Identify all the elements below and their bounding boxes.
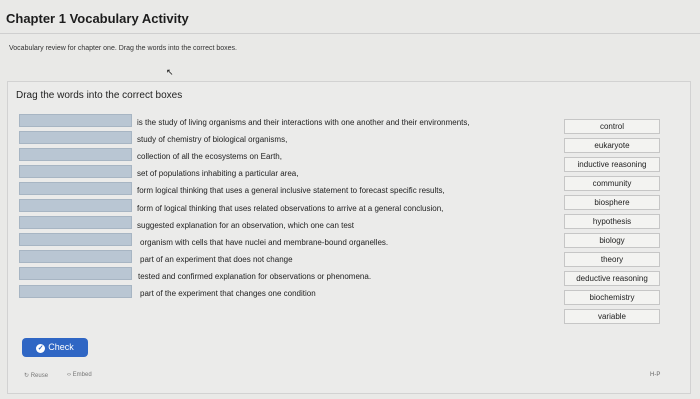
check-circle-icon: ✓ bbox=[36, 344, 46, 353]
reuse-label: Reuse bbox=[30, 373, 49, 379]
drop-zone-9[interactable] bbox=[19, 250, 132, 263]
definition-text: is the study of living organisms and the… bbox=[137, 118, 470, 127]
check-button[interactable]: ✓ Check bbox=[22, 338, 88, 357]
word-tile-deductive-reasoning[interactable]: deductive reasoning bbox=[564, 271, 660, 286]
drop-zone-5[interactable] bbox=[19, 182, 132, 195]
drop-zone-10[interactable] bbox=[19, 267, 132, 280]
activity-description: Vocabulary review for chapter one. Drag … bbox=[9, 45, 238, 52]
definition-text: study of chemistry of biological organis… bbox=[137, 135, 288, 144]
word-tile-eukaryote[interactable]: eukaryote bbox=[564, 138, 660, 153]
title-divider bbox=[0, 33, 700, 34]
drop-zone-7[interactable] bbox=[19, 216, 132, 229]
word-tile-biology[interactable]: biology bbox=[564, 233, 660, 248]
definition-text: set of populations inhabiting a particul… bbox=[137, 169, 299, 178]
embed-icon: ‹› bbox=[67, 372, 71, 378]
drop-zone-11[interactable] bbox=[19, 285, 132, 298]
embed-label: Embed bbox=[72, 372, 92, 378]
embed-link[interactable]: ‹› Embed bbox=[67, 372, 92, 378]
definition-text: collection of all the ecosystems on Eart… bbox=[137, 152, 282, 161]
drop-zone-2[interactable] bbox=[19, 131, 132, 144]
activity-instruction: Drag the words into the correct boxes bbox=[16, 90, 183, 101]
definition-text: part of the experiment that changes one … bbox=[140, 289, 316, 298]
definition-text: form logical thinking that uses a genera… bbox=[137, 186, 445, 195]
drop-zone-6[interactable] bbox=[19, 199, 132, 212]
page-title: Chapter 1 Vocabulary Activity bbox=[6, 11, 189, 26]
word-tile-control[interactable]: control bbox=[564, 119, 660, 134]
word-tile-hypothesis[interactable]: hypothesis bbox=[564, 214, 660, 229]
reuse-link[interactable]: ↻ Reuse bbox=[24, 372, 48, 379]
word-tile-variable[interactable]: variable bbox=[564, 309, 660, 324]
drop-zone-3[interactable] bbox=[19, 148, 132, 161]
check-button-label: Check bbox=[48, 342, 74, 352]
word-tile-biochemistry[interactable]: biochemistry bbox=[564, 290, 660, 305]
definition-text: form of logical thinking that uses relat… bbox=[137, 204, 444, 213]
mouse-cursor-icon: ↖ bbox=[166, 67, 174, 77]
drop-zone-8[interactable] bbox=[19, 233, 132, 246]
reuse-icon: ↻ bbox=[24, 373, 30, 379]
definition-text: tested and confirmed explanation for obs… bbox=[138, 272, 372, 281]
word-tile-inductive-reasoning[interactable]: inductive reasoning bbox=[564, 157, 660, 172]
h5p-logo[interactable]: H-P bbox=[650, 372, 660, 378]
word-tile-theory[interactable]: theory bbox=[564, 252, 660, 267]
word-tile-biosphere[interactable]: biosphere bbox=[564, 195, 660, 210]
drop-zone-1[interactable] bbox=[19, 114, 132, 127]
definition-text: part of an experiment that does not chan… bbox=[140, 255, 293, 264]
drop-zone-4[interactable] bbox=[19, 165, 132, 178]
definition-text: suggested explanation for an observation… bbox=[137, 221, 355, 230]
word-tile-community[interactable]: community bbox=[564, 176, 660, 191]
definition-text: organism with cells that have nuclei and… bbox=[140, 238, 389, 247]
